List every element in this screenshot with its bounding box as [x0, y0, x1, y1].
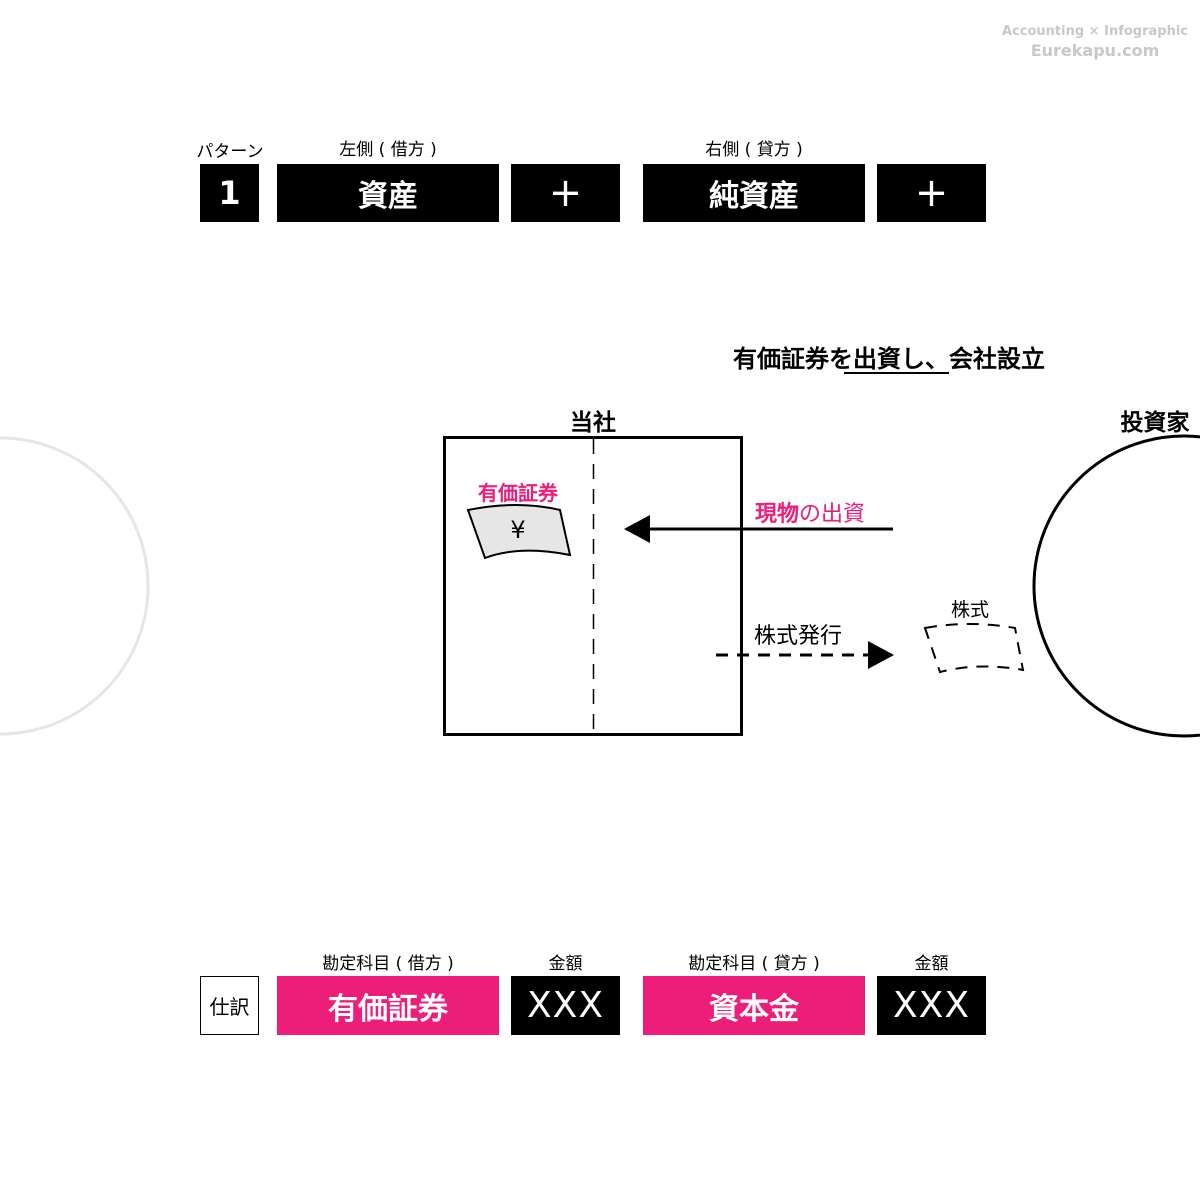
debit-amount-header: 金額	[548, 954, 583, 974]
share-certificate-icon	[923, 623, 1025, 674]
investor-label: 投資家	[1120, 410, 1190, 436]
debit-account-header: 勘定科目 ( 借方 )	[322, 954, 454, 974]
company-label: 当社	[570, 410, 616, 436]
share-label: 株式	[951, 599, 990, 621]
inflow-label-rest: の出資	[799, 502, 866, 527]
securities-label: 有価証券	[478, 481, 558, 505]
investor-circle	[1032, 434, 1200, 738]
debit-account-box: 有価証券	[277, 976, 499, 1035]
journal-tag: 仕訳	[200, 976, 259, 1035]
inflow-arrow-head	[624, 515, 650, 543]
outflow-label: 株式発行	[754, 624, 843, 649]
outflow-arrow-head	[868, 641, 894, 669]
inflow-label-highlight: 現物	[755, 502, 800, 527]
credit-amount-header: 金額	[914, 954, 949, 974]
inflow-label: 現物の出資	[755, 496, 865, 528]
credit-amount-box: XXX	[877, 976, 986, 1035]
yen-symbol: ¥	[510, 516, 525, 544]
ghost-circle	[0, 436, 150, 736]
credit-account-header: 勘定科目 ( 貸方 )	[688, 954, 820, 974]
credit-account-box: 資本金	[643, 976, 865, 1035]
debit-amount-box: XXX	[511, 976, 620, 1035]
